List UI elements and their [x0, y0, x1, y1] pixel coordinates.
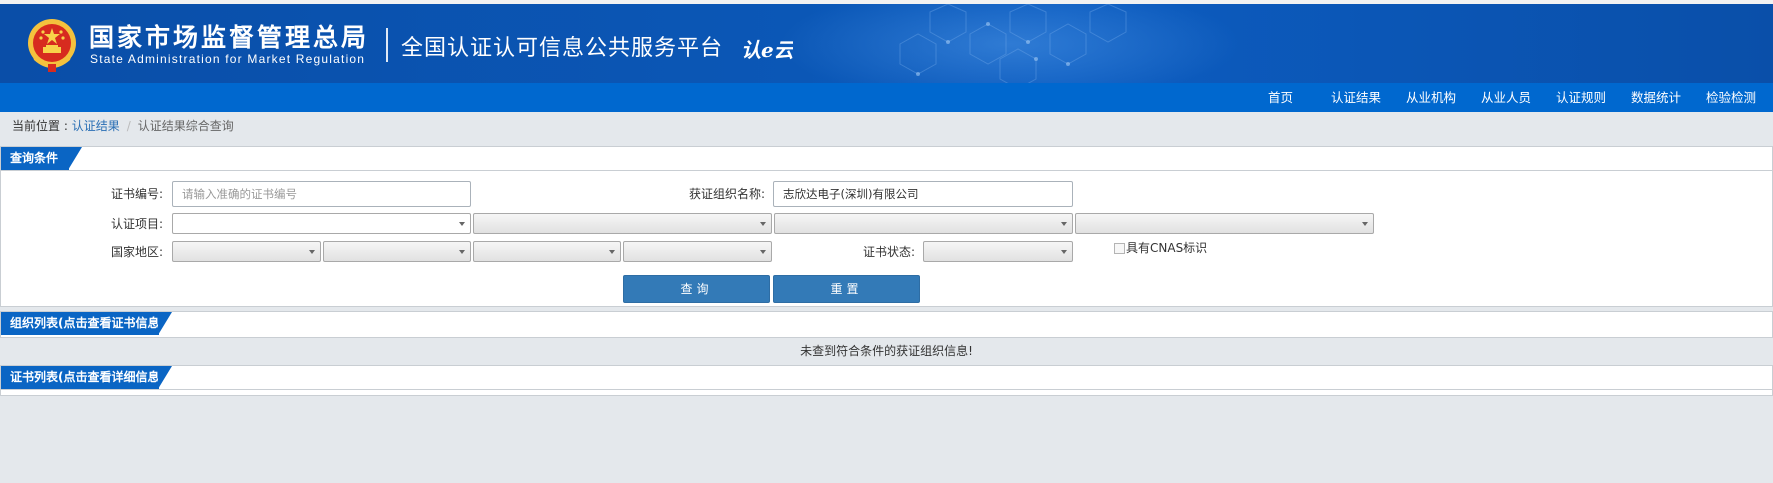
org-name-label: 获证组织名称: [688, 187, 765, 201]
chevron-down-icon [609, 250, 615, 254]
query-panel: 查询条件 证书编号: 获证组织名称: 认证项目: 国家地区: 证书状态: 具有C… [0, 146, 1773, 307]
nav-item-institutions[interactable]: 从业机构 [1406, 83, 1456, 112]
org-name-input[interactable] [773, 181, 1073, 207]
region-select-3[interactable] [473, 241, 621, 262]
national-emblem-icon [28, 19, 76, 72]
breadcrumb-separator: / [126, 119, 131, 133]
cert-project-select-4[interactable] [1075, 213, 1374, 234]
cnas-checkbox[interactable] [1114, 243, 1125, 254]
org-name-en: State Administration for Market Regulati… [90, 52, 366, 66]
cert-list-panel-header-line [1, 389, 1772, 390]
org-name-cn: 国家市场监督管理总局 [89, 23, 370, 52]
query-panel-title: 查询条件 [1, 147, 69, 170]
main-navbar: 首页 认证结果 从业机构 从业人员 认证规则 数据统计 检验检测 [0, 83, 1773, 112]
cert-project-label: 认证项目: [110, 217, 163, 231]
breadcrumb-link-cert-results[interactable]: 认证结果 [72, 119, 120, 133]
chevron-down-icon [459, 250, 465, 254]
cert-status-select[interactable] [923, 241, 1073, 262]
nav-item-home[interactable]: 首页 [1268, 83, 1293, 112]
cnas-checkbox-label: 具有CNAS标识 [1126, 241, 1208, 255]
chevron-down-icon [309, 250, 315, 254]
org-list-panel: 组织列表(点击查看证书信息) [0, 311, 1773, 338]
nav-item-statistics[interactable]: 数据统计 [1631, 83, 1681, 112]
cert-list-panel: 证书列表(点击查看详细信息) [0, 365, 1773, 396]
cert-project-select-3[interactable] [774, 213, 1073, 234]
header-divider [386, 28, 388, 62]
cert-no-label: 证书编号: [110, 187, 163, 201]
platform-logo: 认e云 [741, 38, 793, 62]
tab-tail-decoration [158, 366, 172, 389]
site-banner: 国家市场监督管理总局 State Administration for Mark… [0, 0, 1773, 83]
chevron-down-icon [1362, 222, 1368, 226]
query-panel-header-line [1, 170, 1772, 171]
tab-tail-decoration [68, 147, 82, 170]
cert-project-select-1[interactable] [172, 213, 471, 234]
region-select-1[interactable] [172, 241, 321, 262]
platform-logo-text: 认e云 [741, 38, 793, 62]
cert-list-panel-title: 证书列表(点击查看详细信息) [1, 366, 165, 389]
chevron-down-icon [459, 222, 465, 226]
cert-status-label: 证书状态: [862, 245, 915, 259]
chevron-down-icon [1061, 250, 1067, 254]
nav-item-personnel[interactable]: 从业人员 [1481, 83, 1531, 112]
region-select-4[interactable] [623, 241, 772, 262]
cert-project-select-2[interactable] [473, 213, 772, 234]
breadcrumb-prefix: 当前位置 : [12, 119, 72, 133]
breadcrumb-current: 认证结果综合查询 [137, 119, 234, 133]
cert-no-input[interactable] [172, 181, 471, 207]
cnas-checkbox-row: 具有CNAS标识 [1114, 240, 1207, 256]
chevron-down-icon [1061, 222, 1067, 226]
region-select-2[interactable] [323, 241, 471, 262]
platform-title: 全国认证认可信息公共服务平台 [401, 36, 724, 61]
nav-item-inspection[interactable]: 检验检测 [1706, 83, 1756, 112]
org-list-panel-title: 组织列表(点击查看证书信息) [1, 312, 165, 335]
nav-item-cert-results[interactable]: 认证结果 [1331, 83, 1381, 112]
org-list-empty-message: 未查到符合条件的获证组织信息! [0, 340, 1773, 362]
tab-tail-decoration [158, 312, 172, 335]
breadcrumb: 当前位置 : 认证结果 / 认证结果综合查询 [12, 118, 234, 134]
chevron-down-icon [760, 222, 766, 226]
chevron-down-icon [760, 250, 766, 254]
region-label: 国家地区: [110, 245, 163, 259]
search-button[interactable]: 查询 [623, 275, 770, 303]
reset-button[interactable]: 重置 [773, 275, 920, 303]
nav-item-cert-rules[interactable]: 认证规则 [1556, 83, 1606, 112]
